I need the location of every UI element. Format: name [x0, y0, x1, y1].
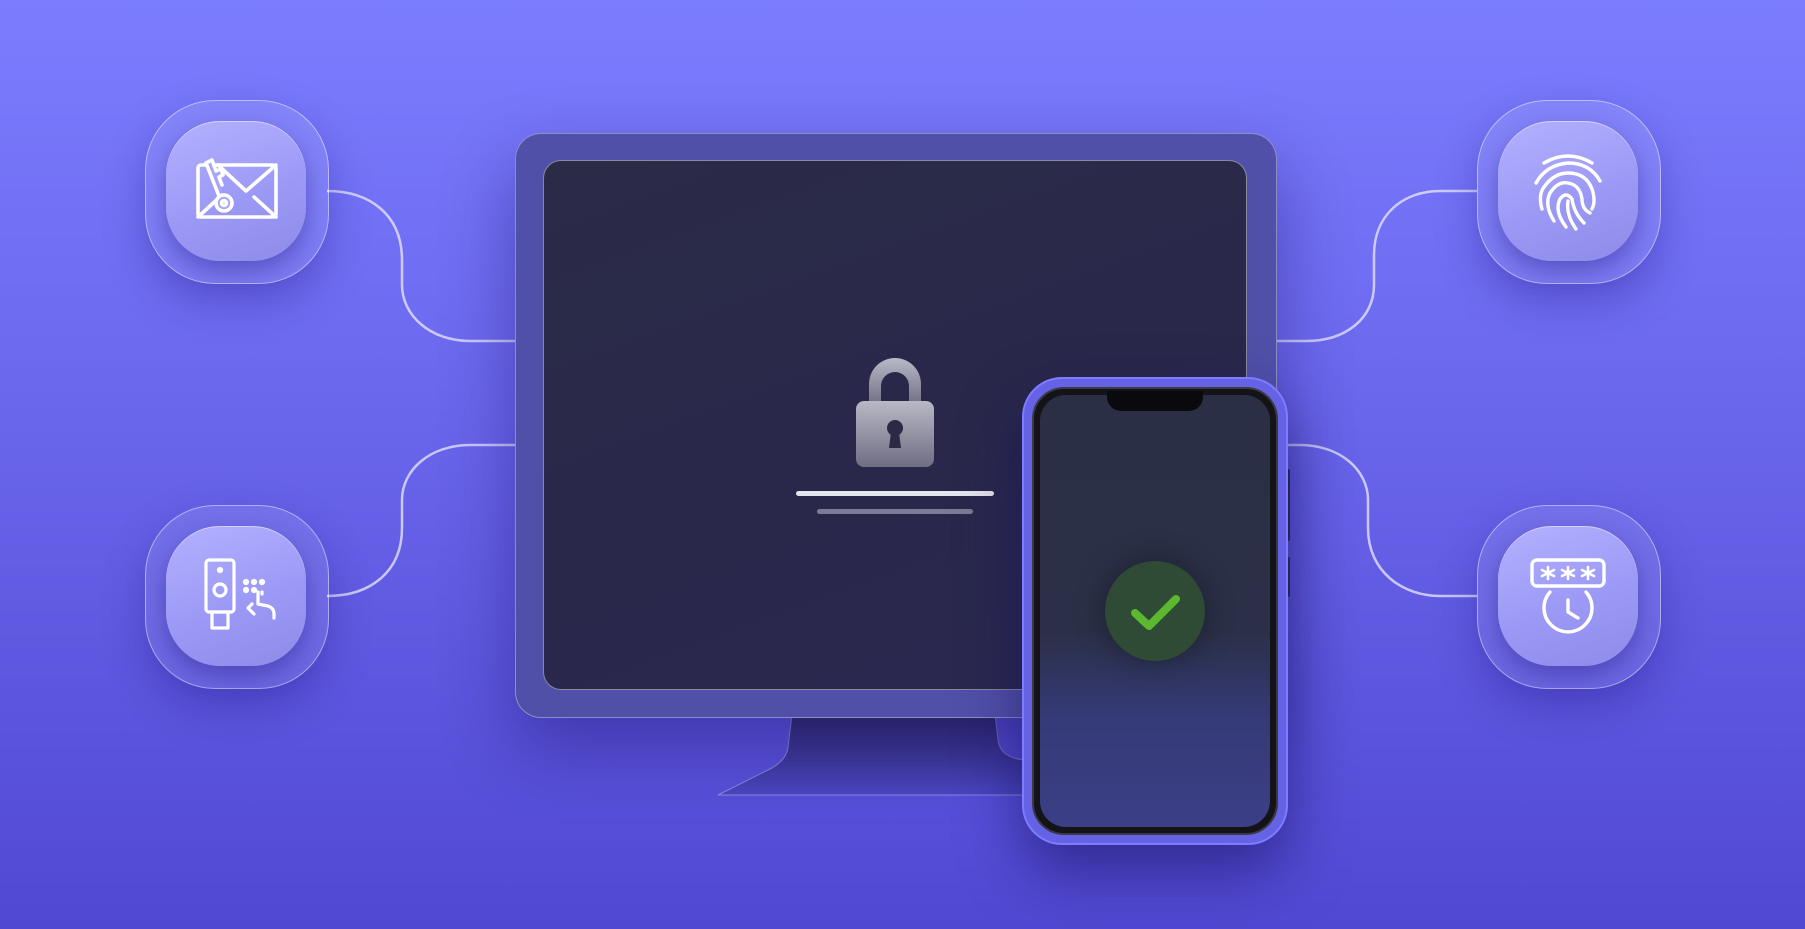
- login-placeholder-line: [796, 491, 994, 496]
- method-tile: [1498, 526, 1638, 666]
- method-tile: [1498, 121, 1638, 261]
- success-badge: [1105, 561, 1205, 661]
- checkmark-icon: [1131, 595, 1180, 630]
- method-security-key: [145, 505, 329, 689]
- login-placeholder-line-secondary: [817, 509, 973, 514]
- fingerprint-icon: [1534, 154, 1602, 231]
- method-email-key: [145, 100, 329, 284]
- method-password-timer: [1477, 505, 1661, 689]
- method-fingerprint: [1477, 100, 1661, 284]
- illustration-background: [0, 0, 1805, 929]
- method-tile: [166, 526, 306, 666]
- phone-notch: [1107, 391, 1203, 411]
- padlock-icon: [856, 358, 934, 467]
- email-key-icon: [196, 158, 278, 219]
- security-key-touch-icon: [204, 558, 276, 630]
- password-timer-icon: [1530, 558, 1606, 634]
- method-tile: [166, 121, 306, 261]
